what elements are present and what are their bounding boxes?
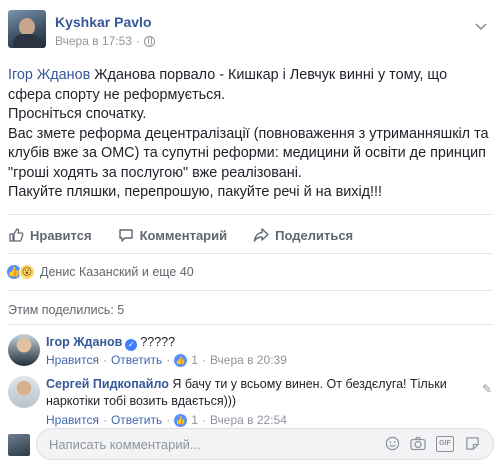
comment-like-count[interactable]: 1 [191,353,198,367]
post-author-name[interactable]: Kyshkar Pavlo [55,14,152,30]
post-text-line: "гроші ходять за послугою" вже реалізова… [8,164,302,181]
post-text-line: Пакуйте пляшки, перепрошую, пакуйте речі… [8,184,383,200]
current-user-avatar [8,434,30,456]
comment-input-placeholder: Написать комментарий... [49,436,201,452]
post-body: Ігор Жданов Жданова порвало - Кишкар і Л… [8,66,494,203]
commenter-name[interactable]: Сергей Пидкопайло [46,377,169,391]
comment-like-count[interactable]: 1 [191,413,198,427]
post-text-line: сфера спорту не реформується. [8,86,226,103]
comment-body: Я бачу ти у всьому винен. От бездєлуга! … [172,377,447,391]
divider [8,253,492,254]
pencil-icon[interactable]: ✎ [482,382,492,396]
comment-label: Комментарий [139,227,228,243]
post-timestamp[interactable]: Вчера в 17:53 [55,34,132,48]
sticker-icon[interactable] [464,436,480,452]
comment-composer: Написать комментарий... GIF [8,428,494,460]
comment-meta: Нравится · Ответить · 👍 1 · Вчера в 20:3… [46,353,287,367]
comment-item: Ігор Жданов ✓????? Нравится · Ответить · … [8,334,492,374]
comment-body: наркотіки тобі возить вдається))) [46,394,237,408]
post-text-line: клубів вже за ОМС) та супутні реформи: м… [8,145,486,161]
chevron-down-icon[interactable] [474,20,488,34]
post-meta: Вчера в 17:53 · [55,34,155,48]
thumbs-up-icon: 👍 [174,353,188,367]
thumbs-up-icon: 👍 [174,413,188,427]
composer-icons: GIF [384,436,480,452]
comment-reply-link[interactable]: Ответить [111,353,162,367]
thumbs-up-icon [8,227,24,243]
shares-count[interactable]: Этим поделились: 5 [8,303,124,317]
comment-body: ????? [140,335,176,349]
speech-bubble-icon [118,227,134,243]
commenter-name[interactable]: Ігор Жданов [46,335,122,349]
globe-icon[interactable] [143,35,155,47]
comment-item: Сергей Пидкопайло Я бачу ти у всьому вин… [8,376,492,427]
camera-icon[interactable] [410,436,426,452]
gif-icon[interactable]: GIF [436,436,454,452]
commenter-avatar[interactable] [8,334,40,366]
divider [8,214,492,215]
divider [8,290,492,291]
comment-text: Сергей Пидкопайло Я бачу ти у всьому вин… [46,376,486,410]
comment-timestamp[interactable]: Вчера в 20:39 [210,353,287,367]
like-label: Нравится [30,227,92,243]
like-button[interactable]: Нравится [8,227,92,243]
smiley-icon[interactable] [384,436,400,452]
author-avatar[interactable] [8,10,46,48]
mention-link[interactable]: Ігор Жданов [8,67,90,83]
share-label: Поделиться [275,227,354,243]
facebook-post: Kyshkar Pavlo Вчера в 17:53 · Ігор Ждано… [0,0,500,467]
verified-icon: ✓ [125,339,138,351]
post-action-bar: Нравится Комментарий Поделиться [8,220,492,250]
post-header: Kyshkar Pavlo Вчера в 17:53 · [8,4,488,56]
post-text-line: Просніться спочатку. [8,106,147,122]
comment-button[interactable]: Комментарий [118,227,228,243]
reactions-text: Денис Казанский и еще 40 [40,265,194,279]
commenter-avatar[interactable] [8,376,40,408]
comment-like-link[interactable]: Нравится [46,353,99,367]
comment-like-link[interactable]: Нравится [46,413,99,427]
comment-reply-link[interactable]: Ответить [111,413,162,427]
comment-meta: Нравится · Ответить · 👍 1 · Вчера в 22:5… [46,413,287,427]
post-text-line: Жданова порвало - Кишкар і Левчук винні … [90,67,448,83]
comment-timestamp[interactable]: Вчера в 22:54 [210,413,287,427]
comment-text: Ігор Жданов ✓????? [46,334,486,351]
share-button[interactable]: Поделиться [253,227,353,243]
wow-reaction-icon: 😮 [19,264,35,280]
reactions-summary[interactable]: 👍 😮 Денис Казанский и еще 40 [6,262,194,282]
share-arrow-icon [253,227,269,243]
divider [8,324,492,325]
post-text-line: Вас змете реформа децентралізації (повно… [8,125,489,142]
